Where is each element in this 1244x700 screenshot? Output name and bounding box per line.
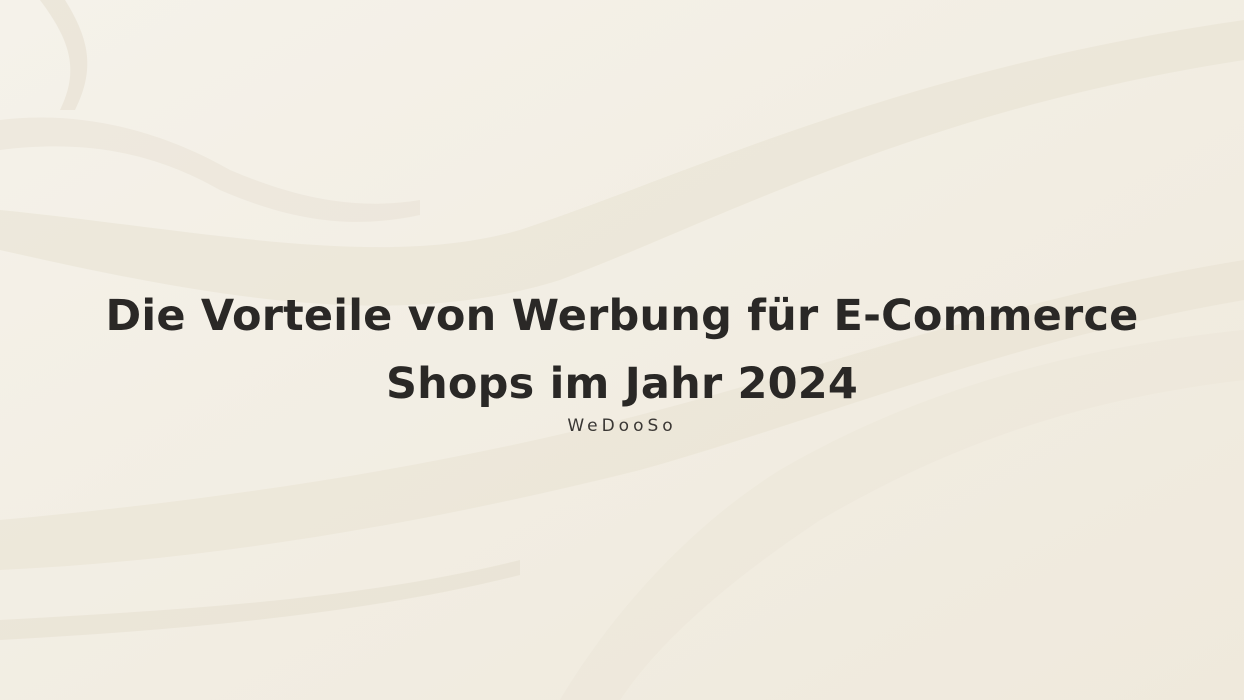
headline-line-1: Die Vorteile von Werbung für E-Commerce <box>105 291 1139 341</box>
brand-name: WeDooSo <box>567 416 677 436</box>
title-block: Die Vorteile von Werbung für E-Commerce … <box>40 282 1204 418</box>
headline-line-2: Shops im Jahr 2024 <box>385 359 859 409</box>
hero-banner: Die Vorteile von Werbung für E-Commerce … <box>0 0 1244 700</box>
